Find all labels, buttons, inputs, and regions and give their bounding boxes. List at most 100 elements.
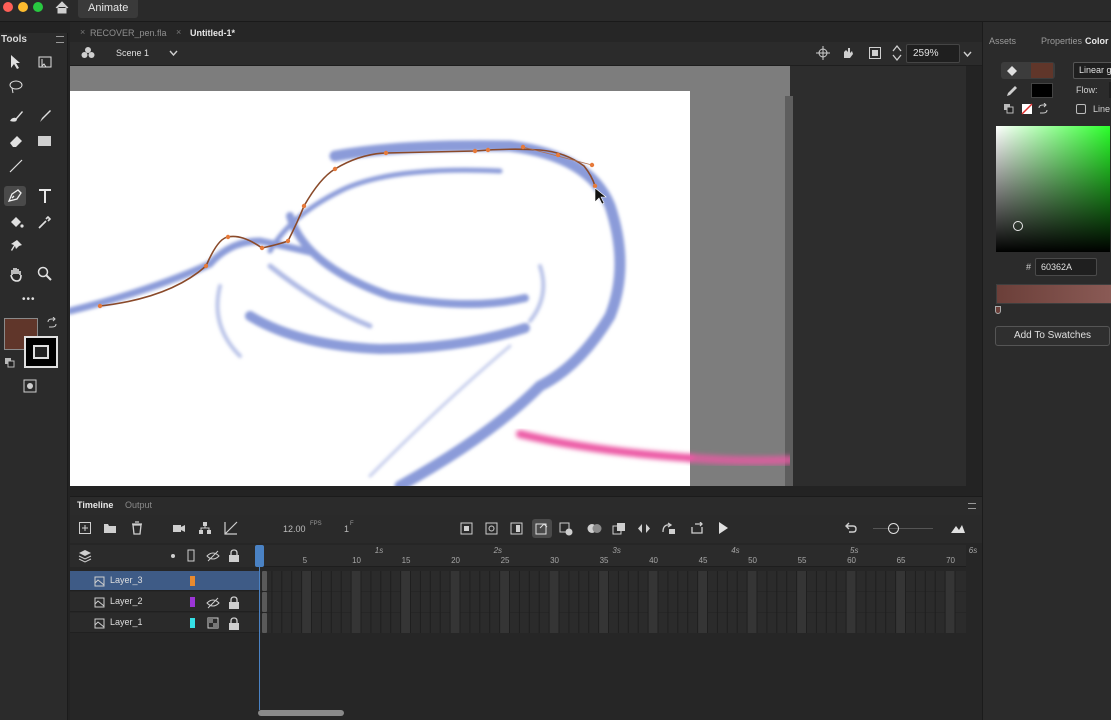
selection-tool-icon[interactable] — [7, 53, 23, 71]
frame-row[interactable] — [260, 592, 966, 612]
rotate-stage-icon[interactable] — [841, 46, 855, 60]
fps-value[interactable]: 12.00 — [283, 524, 306, 534]
tab-properties[interactable]: Properties — [1041, 36, 1082, 46]
anchor-point[interactable] — [485, 147, 491, 153]
current-frame-value[interactable]: 1 — [344, 524, 349, 534]
anchor-point[interactable] — [97, 303, 103, 309]
layer-locked-icon[interactable] — [228, 617, 240, 630]
gradient-color-stop[interactable] — [995, 306, 1001, 314]
motion-tween-icon[interactable] — [637, 522, 651, 535]
center-stage-icon[interactable] — [816, 46, 830, 60]
frames-grid[interactable]: 5 10 15 20 25 30 35 40 45 50 55 60 65 70 1s 2s 3s 4s 5s 6s — [260, 545, 977, 645]
hide-all-layers-icon[interactable] — [206, 550, 220, 562]
stage-area[interactable] — [70, 66, 966, 486]
fill-selector[interactable] — [1001, 62, 1055, 79]
more-tools-button[interactable]: ••• — [22, 294, 36, 305]
delete-layer-icon[interactable] — [130, 521, 144, 535]
layer-row-layer-3[interactable]: Layer_3 — [70, 571, 260, 591]
timeline-horizontal-scrollbar[interactable] — [258, 710, 344, 716]
layer-color-swatch[interactable] — [190, 576, 195, 586]
close-window-button[interactable] — [3, 2, 13, 12]
highlight-layers-icon[interactable] — [171, 554, 175, 558]
insert-frame-icon[interactable] — [510, 522, 523, 535]
color-picker-field[interactable] — [996, 126, 1110, 252]
tab-assets[interactable]: Assets — [989, 36, 1016, 46]
chevron-down-icon[interactable] — [963, 51, 972, 57]
fill-type-dropdown[interactable]: Linear g — [1073, 62, 1111, 79]
tab-timeline[interactable]: Timeline — [77, 500, 113, 510]
frame-cells[interactable] — [260, 567, 966, 635]
zoom-window-button[interactable] — [33, 2, 43, 12]
pen-path-curve[interactable] — [97, 144, 598, 309]
rectangle-tool-icon[interactable] — [37, 134, 53, 148]
edit-multiple-frames-icon[interactable] — [612, 522, 626, 535]
layer-parenting-icon[interactable] — [198, 521, 212, 535]
lasso-tool-icon[interactable] — [8, 79, 24, 95]
tab-output[interactable]: Output — [125, 500, 152, 510]
anchor-point[interactable] — [589, 162, 595, 168]
zoom-tool-icon[interactable] — [37, 266, 53, 282]
classic-tween-icon[interactable] — [662, 522, 676, 535]
linear-rgb-checkbox[interactable] — [1076, 104, 1086, 114]
play-icon[interactable] — [717, 521, 729, 535]
doc-tab-recover[interactable]: RECOVER_pen.fla — [90, 25, 167, 41]
zoom-stepper-icon[interactable] — [892, 44, 902, 62]
new-layer-icon[interactable] — [78, 521, 92, 535]
zoom-timeline-icon[interactable] — [950, 522, 966, 534]
gradient-preview-bar[interactable] — [996, 284, 1111, 304]
layer-row-layer-2[interactable]: Layer_2 — [70, 592, 260, 612]
layer-depth-icon[interactable] — [224, 521, 238, 535]
paint-bucket-tool-icon[interactable] — [8, 214, 24, 230]
text-tool-icon[interactable] — [37, 188, 53, 204]
loop-playback-icon[interactable] — [690, 522, 704, 535]
panel-menu-icon[interactable] — [56, 36, 64, 43]
onion-skin-icon[interactable] — [587, 522, 603, 535]
default-colors-icon[interactable] — [4, 357, 16, 369]
anchor-point[interactable] — [592, 183, 598, 189]
frame-ruler[interactable]: 5 10 15 20 25 30 35 40 45 50 55 60 65 70 1s 2s 3s 4s 5s 6s — [260, 545, 977, 567]
clear-keyframe-icon[interactable] — [559, 522, 573, 536]
new-folder-icon[interactable] — [103, 522, 117, 534]
home-icon[interactable] — [55, 1, 69, 14]
anchor-point[interactable] — [285, 238, 291, 244]
pen-tool-button[interactable] — [4, 186, 26, 206]
scene-name[interactable]: Scene 1 — [116, 48, 149, 58]
frame-span-slider-handle[interactable] — [888, 523, 899, 534]
anchor-point[interactable] — [301, 203, 307, 209]
layer-name[interactable]: Layer_2 — [110, 596, 143, 606]
anchor-point[interactable] — [520, 144, 526, 150]
pencil-icon[interactable] — [1005, 84, 1019, 98]
anchor-point[interactable] — [555, 152, 561, 158]
hex-color-input[interactable]: 60362A — [1035, 258, 1097, 276]
line-tool-icon[interactable] — [9, 159, 23, 173]
brush-tool-icon[interactable] — [8, 108, 24, 124]
zoom-input[interactable]: 259% — [906, 44, 960, 63]
minimize-window-button[interactable] — [18, 2, 28, 12]
insert-keyframe-icon[interactable] — [460, 522, 473, 535]
tab-color[interactable]: Color — [1085, 36, 1109, 46]
eyedropper-tool-icon[interactable] — [37, 214, 53, 230]
close-tab-icon[interactable]: × — [176, 27, 181, 37]
swap-colors-icon[interactable] — [46, 317, 58, 329]
layer-name[interactable]: Layer_1 — [110, 617, 143, 627]
layer-color-swatch[interactable] — [190, 597, 195, 607]
camera-icon[interactable] — [172, 522, 186, 534]
app-tab-animate[interactable]: Animate — [78, 0, 139, 18]
layer-row-layer-1[interactable]: Layer_1 — [70, 613, 260, 633]
stroke-color-swatch[interactable] — [24, 336, 58, 368]
color-picker-handle[interactable] — [1013, 221, 1023, 231]
add-to-swatches-button[interactable]: Add To Swatches — [995, 326, 1110, 346]
layer-outline-checker-icon[interactable] — [207, 617, 219, 629]
panel-menu-icon[interactable] — [968, 503, 976, 509]
frame-span-slider-track[interactable] — [873, 528, 933, 529]
pin-tool-icon[interactable] — [8, 238, 24, 254]
close-tab-icon[interactable]: × — [80, 27, 85, 37]
black-white-icon[interactable] — [1003, 103, 1015, 115]
layer-locked-icon[interactable] — [228, 596, 240, 609]
anchor-point[interactable] — [259, 245, 265, 251]
anchor-point[interactable] — [472, 148, 478, 154]
layer-name[interactable]: Layer_3 — [110, 575, 143, 585]
stroke-color-chip[interactable] — [1031, 83, 1053, 98]
frame-row[interactable] — [260, 613, 966, 633]
free-transform-tool-icon[interactable] — [36, 54, 54, 70]
